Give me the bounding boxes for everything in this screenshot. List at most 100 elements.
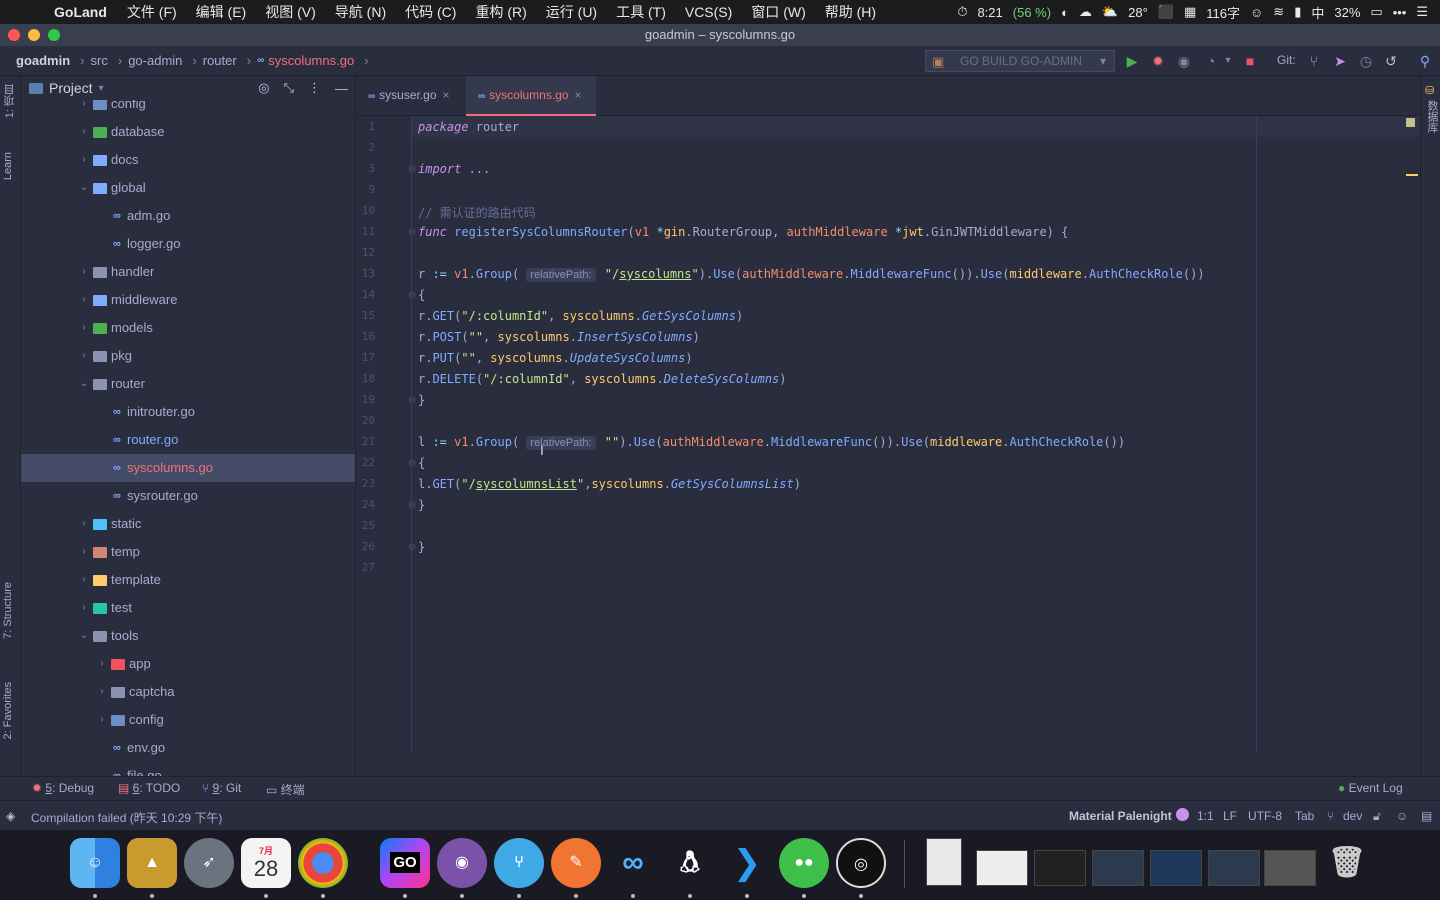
github-desktop-icon[interactable]: ◉ <box>437 838 487 888</box>
project-panel-title[interactable]: Project <box>49 80 93 96</box>
caret-position[interactable]: 1:1 <box>1197 809 1214 823</box>
menu-refactor[interactable]: 重构 (R) <box>475 2 526 22</box>
fold-marker-icon[interactable]: ⊖ <box>408 290 416 301</box>
run-configuration-select[interactable]: ▣ GO BUILD GO-ADMIN ▾ <box>925 50 1115 72</box>
code-line[interactable]: package router <box>418 120 519 134</box>
finder-icon[interactable]: ☺ <box>70 838 120 888</box>
search-icon[interactable]: ⚲ <box>1416 53 1434 69</box>
close-tab-icon[interactable]: × <box>575 88 582 102</box>
code-line[interactable]: { <box>418 288 425 302</box>
code-line[interactable]: } <box>418 393 425 407</box>
tree-folder-pkg[interactable]: › pkg <box>21 342 355 370</box>
code-line[interactable]: r.DELETE("/:columnId", syscolumns.Delete… <box>418 372 787 386</box>
close-window-button[interactable] <box>8 29 20 41</box>
tree-file-adm-go[interactable]: ∞ adm.go <box>21 202 355 230</box>
breadcrumb-router[interactable]: router <box>203 53 237 68</box>
database-tool-tab[interactable]: 数据库 <box>1424 100 1440 133</box>
close-tab-icon[interactable]: × <box>443 88 450 102</box>
status-app-icon[interactable]: ◐ <box>1061 5 1069 20</box>
control-center-icon[interactable]: ☰ <box>1416 4 1428 20</box>
vscode-icon[interactable]: ❯ <box>722 838 772 888</box>
minimize-window-button[interactable] <box>28 29 40 41</box>
terminal-tool-button[interactable]: ▭ 终端 <box>266 781 305 798</box>
menu-code[interactable]: 代码 (C) <box>405 2 456 22</box>
tab-sysuser[interactable]: ∞ sysuser.go × <box>356 76 466 116</box>
fold-marker-icon[interactable]: ⊖ <box>408 458 416 469</box>
breadcrumb-project[interactable]: goadmin <box>16 53 70 68</box>
code-line[interactable]: // 需认证的路由代码 <box>418 204 536 221</box>
code-line[interactable]: { <box>418 456 425 470</box>
fold-marker-icon[interactable]: ⊖ <box>408 164 416 175</box>
postman-icon[interactable]: ✎ <box>551 838 601 888</box>
breadcrumb-src[interactable]: src <box>91 53 108 68</box>
todo-tool-button[interactable]: ▤ 6: TODO <box>118 781 180 795</box>
chevron-right-icon[interactable]: › <box>97 650 107 678</box>
structure-tool-tab[interactable]: 7: Structure <box>2 582 14 639</box>
breadcrumb-go-admin[interactable]: go-admin <box>128 53 182 68</box>
tree-folder-captcha[interactable]: › captcha <box>21 678 355 706</box>
chevron-down-icon[interactable]: ⌄ <box>79 370 89 398</box>
hide-panel-icon[interactable]: — <box>335 81 348 96</box>
breadcrumb-file[interactable]: syscolumns.go <box>268 53 354 68</box>
inspector-icon[interactable]: ☺ <box>1396 809 1408 823</box>
code-line[interactable]: } <box>418 540 425 554</box>
menu-file[interactable]: 文件 (F) <box>127 2 177 22</box>
tree-folder-static[interactable]: › static <box>21 510 355 538</box>
more-icon[interactable]: ••• <box>1393 5 1407 20</box>
tree-folder-handler[interactable]: › handler <box>21 258 355 286</box>
menu-tools[interactable]: 工具 (T) <box>616 2 666 22</box>
code-line[interactable]: func registerSysColumnsRouter(v1 *gin.Ro… <box>418 225 1068 239</box>
tree-file-logger-go[interactable]: ∞ logger.go <box>21 230 355 258</box>
navicat-icon[interactable]: ∞ <box>608 838 658 888</box>
chevron-right-icon[interactable]: › <box>97 706 107 734</box>
menu-run[interactable]: 运行 (U) <box>546 2 597 22</box>
git-tool-button[interactable]: ⑂ 9: Git <box>202 781 241 795</box>
sync-icon[interactable]: ⬛ <box>1158 4 1174 20</box>
chevron-right-icon[interactable]: › <box>79 594 89 622</box>
indent-setting[interactable]: Tab <box>1295 809 1314 823</box>
chevron-right-icon[interactable]: › <box>79 286 89 314</box>
chevron-down-icon[interactable]: ▾ <box>99 83 104 94</box>
debug-icon[interactable]: ✹ <box>1149 53 1167 69</box>
minimized-window-thumbnail[interactable] <box>1208 850 1260 886</box>
tree-folder-global[interactable]: ⌄ global <box>21 174 355 202</box>
tree-folder-temp[interactable]: › temp <box>21 538 355 566</box>
minimized-window-thumbnail[interactable] <box>1264 850 1316 886</box>
minimized-window-thumbnail[interactable] <box>1092 850 1144 886</box>
code-line[interactable]: import ... <box>418 162 490 176</box>
run-icon[interactable]: ▶ <box>1123 53 1141 69</box>
code-line[interactable]: } <box>418 498 425 512</box>
file-encoding[interactable]: UTF-8 <box>1248 809 1282 823</box>
code-editor[interactable]: 1 2 3 ⊖ 9 10 11 ⊖ 12 13 14 ⊖ 15 16 17 18 19 ⊖ 20 21 22 ⊖ 23 24 ⊖… <box>356 116 1420 752</box>
git-branch[interactable]: dev <box>1343 809 1362 823</box>
memory-indicator-icon[interactable]: ▤ <box>1421 809 1432 823</box>
chevron-right-icon[interactable]: › <box>79 146 89 174</box>
options-menu-icon[interactable]: ⋮ <box>308 80 321 96</box>
zoom-window-button[interactable] <box>48 29 60 41</box>
docx-document-icon[interactable] <box>926 838 962 886</box>
minimized-window-thumbnail[interactable] <box>976 850 1028 886</box>
tree-folder-config[interactable]: › config <box>21 706 355 734</box>
locate-file-icon[interactable]: ◎ <box>258 80 269 96</box>
tree-file-env-go[interactable]: ∞ env.go <box>21 734 355 762</box>
code-line[interactable]: r.GET("/:columnId", syscolumns.GetSysCol… <box>418 309 743 323</box>
git-push-icon[interactable]: ➤ <box>1331 53 1349 69</box>
favorites-tool-tab[interactable]: 2: Favorites <box>2 682 14 739</box>
tree-folder-router[interactable]: ⌄ router <box>21 370 355 398</box>
tree-file-syscolumns-go[interactable]: ∞ syscolumns.go <box>21 454 355 482</box>
coverage-icon[interactable]: ◉ <box>1175 53 1193 69</box>
grid-icon[interactable]: ▦ <box>1184 4 1196 20</box>
minimized-window-thumbnail[interactable] <box>1034 850 1086 886</box>
goland-icon[interactable]: GO <box>380 838 430 888</box>
collapse-all-icon[interactable]: ⤡ <box>284 80 294 96</box>
chevron-right-icon[interactable]: › <box>79 342 89 370</box>
git-rollback-icon[interactable]: ↺ <box>1382 53 1400 69</box>
tree-file-router-go[interactable]: ∞ router.go <box>21 426 355 454</box>
cloud-icon[interactable]: ☁ <box>1079 4 1092 20</box>
ime-count-text[interactable]: 116字 <box>1206 3 1240 22</box>
code-line[interactable]: r := v1.Group( relativePath: "/syscolumn… <box>418 267 1205 282</box>
stop-icon[interactable]: ■ <box>1241 53 1259 69</box>
tree-file-file-go[interactable]: ∞ file.go <box>21 762 355 776</box>
tree-folder-tools[interactable]: ⌄ tools <box>21 622 355 650</box>
chevron-down-icon[interactable]: ⌄ <box>79 622 89 650</box>
